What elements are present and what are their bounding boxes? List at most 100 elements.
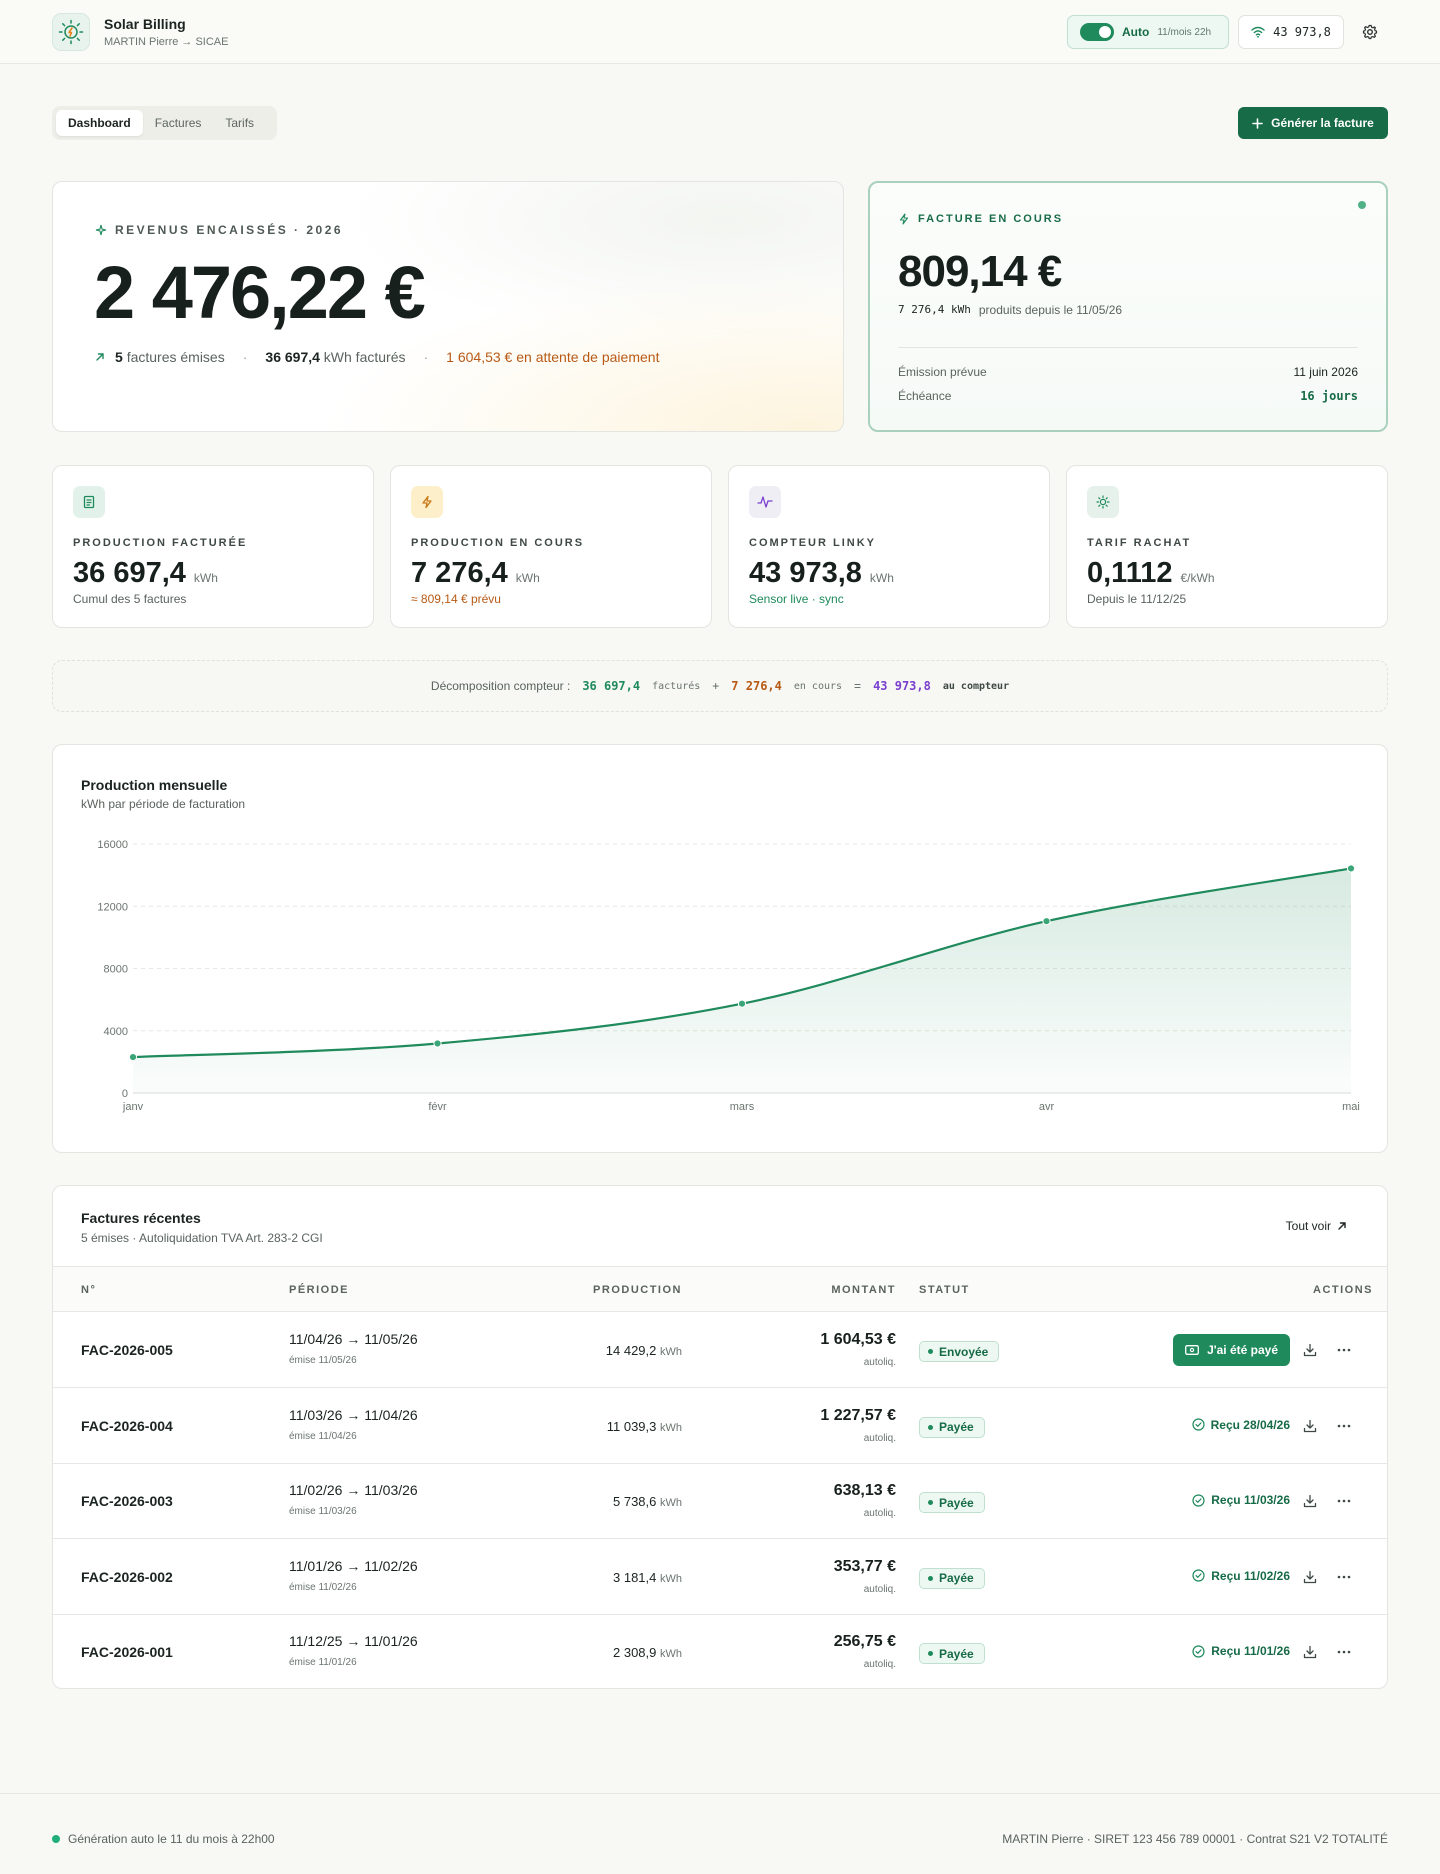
mark-paid-label: J'ai été payé <box>1207 1343 1278 1357</box>
invoice-issued: émise 11/03/26 <box>289 1506 357 1517</box>
generate-invoice-label: Générer la facture <box>1271 116 1374 130</box>
revenue-label-row: REVENUS ENCAISSÉS · 2026 <box>95 223 343 237</box>
metric-label: TARIF RACHAT <box>1087 537 1192 549</box>
settings-button[interactable] <box>1358 20 1382 44</box>
column-header-production: PRODUCTION <box>593 1284 682 1296</box>
x-tick-label: mars <box>730 1101 755 1113</box>
invoice-amount: 638,13 € <box>833 1482 896 1499</box>
invoice-number[interactable]: FAC-2026-004 <box>81 1418 173 1434</box>
invoice-issued: émise 11/01/26 <box>289 1657 357 1668</box>
metric-unit: kWh <box>193 571 218 585</box>
check-circle-icon <box>1192 1493 1205 1507</box>
generate-invoice-button[interactable]: Générer la facture <box>1238 107 1388 139</box>
invoice-production: 3 181,4 kWh <box>613 1570 682 1585</box>
metric-label: COMPTEUR LINKY <box>749 537 876 549</box>
production-value: 11 039,3 <box>606 1418 657 1434</box>
column-header-actions: ACTIONS <box>1313 1284 1373 1296</box>
revenue-card: REVENUS ENCAISSÉS · 2026 2 476,22 € 5 fa… <box>52 181 844 432</box>
invoice-production: 5 738,6 kWh <box>613 1494 682 1509</box>
more-options-icon[interactable] <box>1335 1341 1353 1359</box>
invoice-number[interactable]: FAC-2026-001 <box>81 1644 173 1660</box>
monthly-production-chart-card: Production mensuelle kWh par période de … <box>52 744 1388 1153</box>
production-unit: kWh <box>660 1648 682 1660</box>
decomposition-current-text: en cours <box>793 680 843 692</box>
metric-sub: Depuis le 11/12/25 <box>1087 592 1187 606</box>
data-point[interactable] <box>433 1039 442 1048</box>
wifi-icon <box>1251 26 1265 38</box>
revenue-amount: 2 476,22 € <box>94 251 426 334</box>
more-options-icon[interactable] <box>1335 1492 1353 1510</box>
mark-paid-button[interactable]: J'ai été payé <box>1173 1334 1290 1366</box>
tab-factures[interactable]: Factures <box>143 110 214 136</box>
download-icon[interactable] <box>1301 1643 1319 1661</box>
y-tick-label: 8000 <box>104 964 128 976</box>
metric-sub: Sensor live · sync <box>749 592 844 606</box>
download-icon[interactable] <box>1301 1492 1319 1510</box>
data-point[interactable] <box>128 1052 138 1062</box>
due-label: Échéance <box>898 389 952 403</box>
y-tick-label: 4000 <box>104 1026 128 1038</box>
download-icon[interactable] <box>1301 1568 1319 1586</box>
metric-number: 7 276,4 <box>411 557 508 589</box>
table-row[interactable]: FAC-2026-002 11/01/26 → 11/02/26 émise 11/… <box>53 1540 1387 1615</box>
current-invoice-amount: 809,14 € <box>898 247 1062 296</box>
invoice-count-text: factures émises <box>126 349 225 365</box>
data-point[interactable] <box>737 999 747 1008</box>
top-bar: Solar Billing MARTIN Pierre → SICAE Auto… <box>0 0 1440 64</box>
app-title: Solar Billing <box>104 16 186 32</box>
decomposition-current: 7 276,4 <box>731 679 782 693</box>
table-row[interactable]: FAC-2026-005 11/04/26 → 11/05/26 émise 11/… <box>53 1313 1387 1388</box>
series-area <box>133 868 1351 1093</box>
emission-value: 11 juin 2026 <box>1293 365 1359 379</box>
invoice-production: 11 039,3 kWh <box>607 1419 682 1434</box>
metric-number: 36 697,4 <box>73 557 186 589</box>
more-options-icon[interactable] <box>1335 1643 1353 1661</box>
tab-tarifs[interactable]: Tarifs <box>213 110 266 136</box>
table-header: N° PÉRIODE PRODUCTION MONTANT STATUT ACT… <box>53 1266 1387 1312</box>
x-tick-label: mai <box>1342 1101 1360 1113</box>
decomposition-billed: 36 697,4 <box>582 679 641 693</box>
more-options-icon[interactable] <box>1335 1568 1353 1586</box>
invoice-number[interactable]: FAC-2026-002 <box>81 1569 173 1585</box>
auto-generation-toggle[interactable]: Auto 11/mois 22h <box>1067 15 1229 49</box>
download-icon[interactable] <box>1301 1417 1319 1435</box>
download-icon[interactable] <box>1301 1341 1319 1359</box>
production-unit: kWh <box>660 1497 682 1509</box>
auto-label: Auto <box>1122 25 1150 39</box>
data-point[interactable] <box>1042 917 1051 926</box>
meter-status[interactable]: 43 973,8 <box>1238 15 1344 49</box>
current-since: produits depuis le 11/05/26 <box>978 303 1123 317</box>
invoice-period: 11/04/26 → 11/05/26 <box>289 1331 418 1347</box>
invoice-number[interactable]: FAC-2026-005 <box>81 1342 173 1358</box>
toggle-switch[interactable] <box>1080 23 1114 41</box>
data-point[interactable] <box>1346 864 1356 873</box>
metric-value: 43 973,8 kWh <box>749 557 894 590</box>
metric-number: 43 973,8 <box>749 557 862 589</box>
invoice-autoliq-note: autoliq. <box>863 1508 896 1519</box>
decomposition-plus: + <box>712 679 720 693</box>
x-tick-label: avr <box>1039 1101 1055 1113</box>
live-indicator <box>1358 201 1366 209</box>
metric-card-buyback-rate: TARIF RACHAT 0,1112 €/kWh Depuis le 11/1… <box>1066 465 1388 628</box>
metric-unit: kWh <box>515 571 540 585</box>
production-value: 3 181,4 <box>613 1569 657 1585</box>
footer: Génération auto le 11 du mois à 22h00 MA… <box>0 1793 1440 1874</box>
invoice-period: 11/01/26 → 11/02/26 <box>289 1557 418 1574</box>
invoice-number[interactable]: FAC-2026-003 <box>81 1493 173 1509</box>
production-value: 14 429,2 <box>605 1343 657 1358</box>
received-status: Reçu 11/01/26 <box>1192 1644 1290 1658</box>
decomposition-billed-text: facturés <box>652 680 701 692</box>
metric-unit: €/kWh <box>1180 571 1215 585</box>
table-row[interactable]: FAC-2026-001 11/12/25 → 11/01/26 émise 11/… <box>53 1615 1387 1688</box>
arrow-up-right-icon <box>96 353 104 361</box>
cash-icon <box>1185 1345 1200 1355</box>
current-invoice-label: FACTURE EN COURS <box>918 213 1064 225</box>
status-badge: Payée <box>919 1567 985 1589</box>
table-row[interactable]: FAC-2026-004 11/03/26 → 11/04/26 émise 11/… <box>53 1389 1387 1464</box>
invoice-autoliq-note: autoliq. <box>863 1357 896 1368</box>
table-row[interactable]: FAC-2026-003 11/02/26 → 11/03/26 émise 11/… <box>53 1464 1387 1539</box>
due-value: 16 jours <box>1300 389 1358 403</box>
see-all-link[interactable]: Tout voir <box>1286 1219 1347 1233</box>
tab-dashboard[interactable]: Dashboard <box>56 110 143 136</box>
more-options-icon[interactable] <box>1335 1417 1353 1435</box>
